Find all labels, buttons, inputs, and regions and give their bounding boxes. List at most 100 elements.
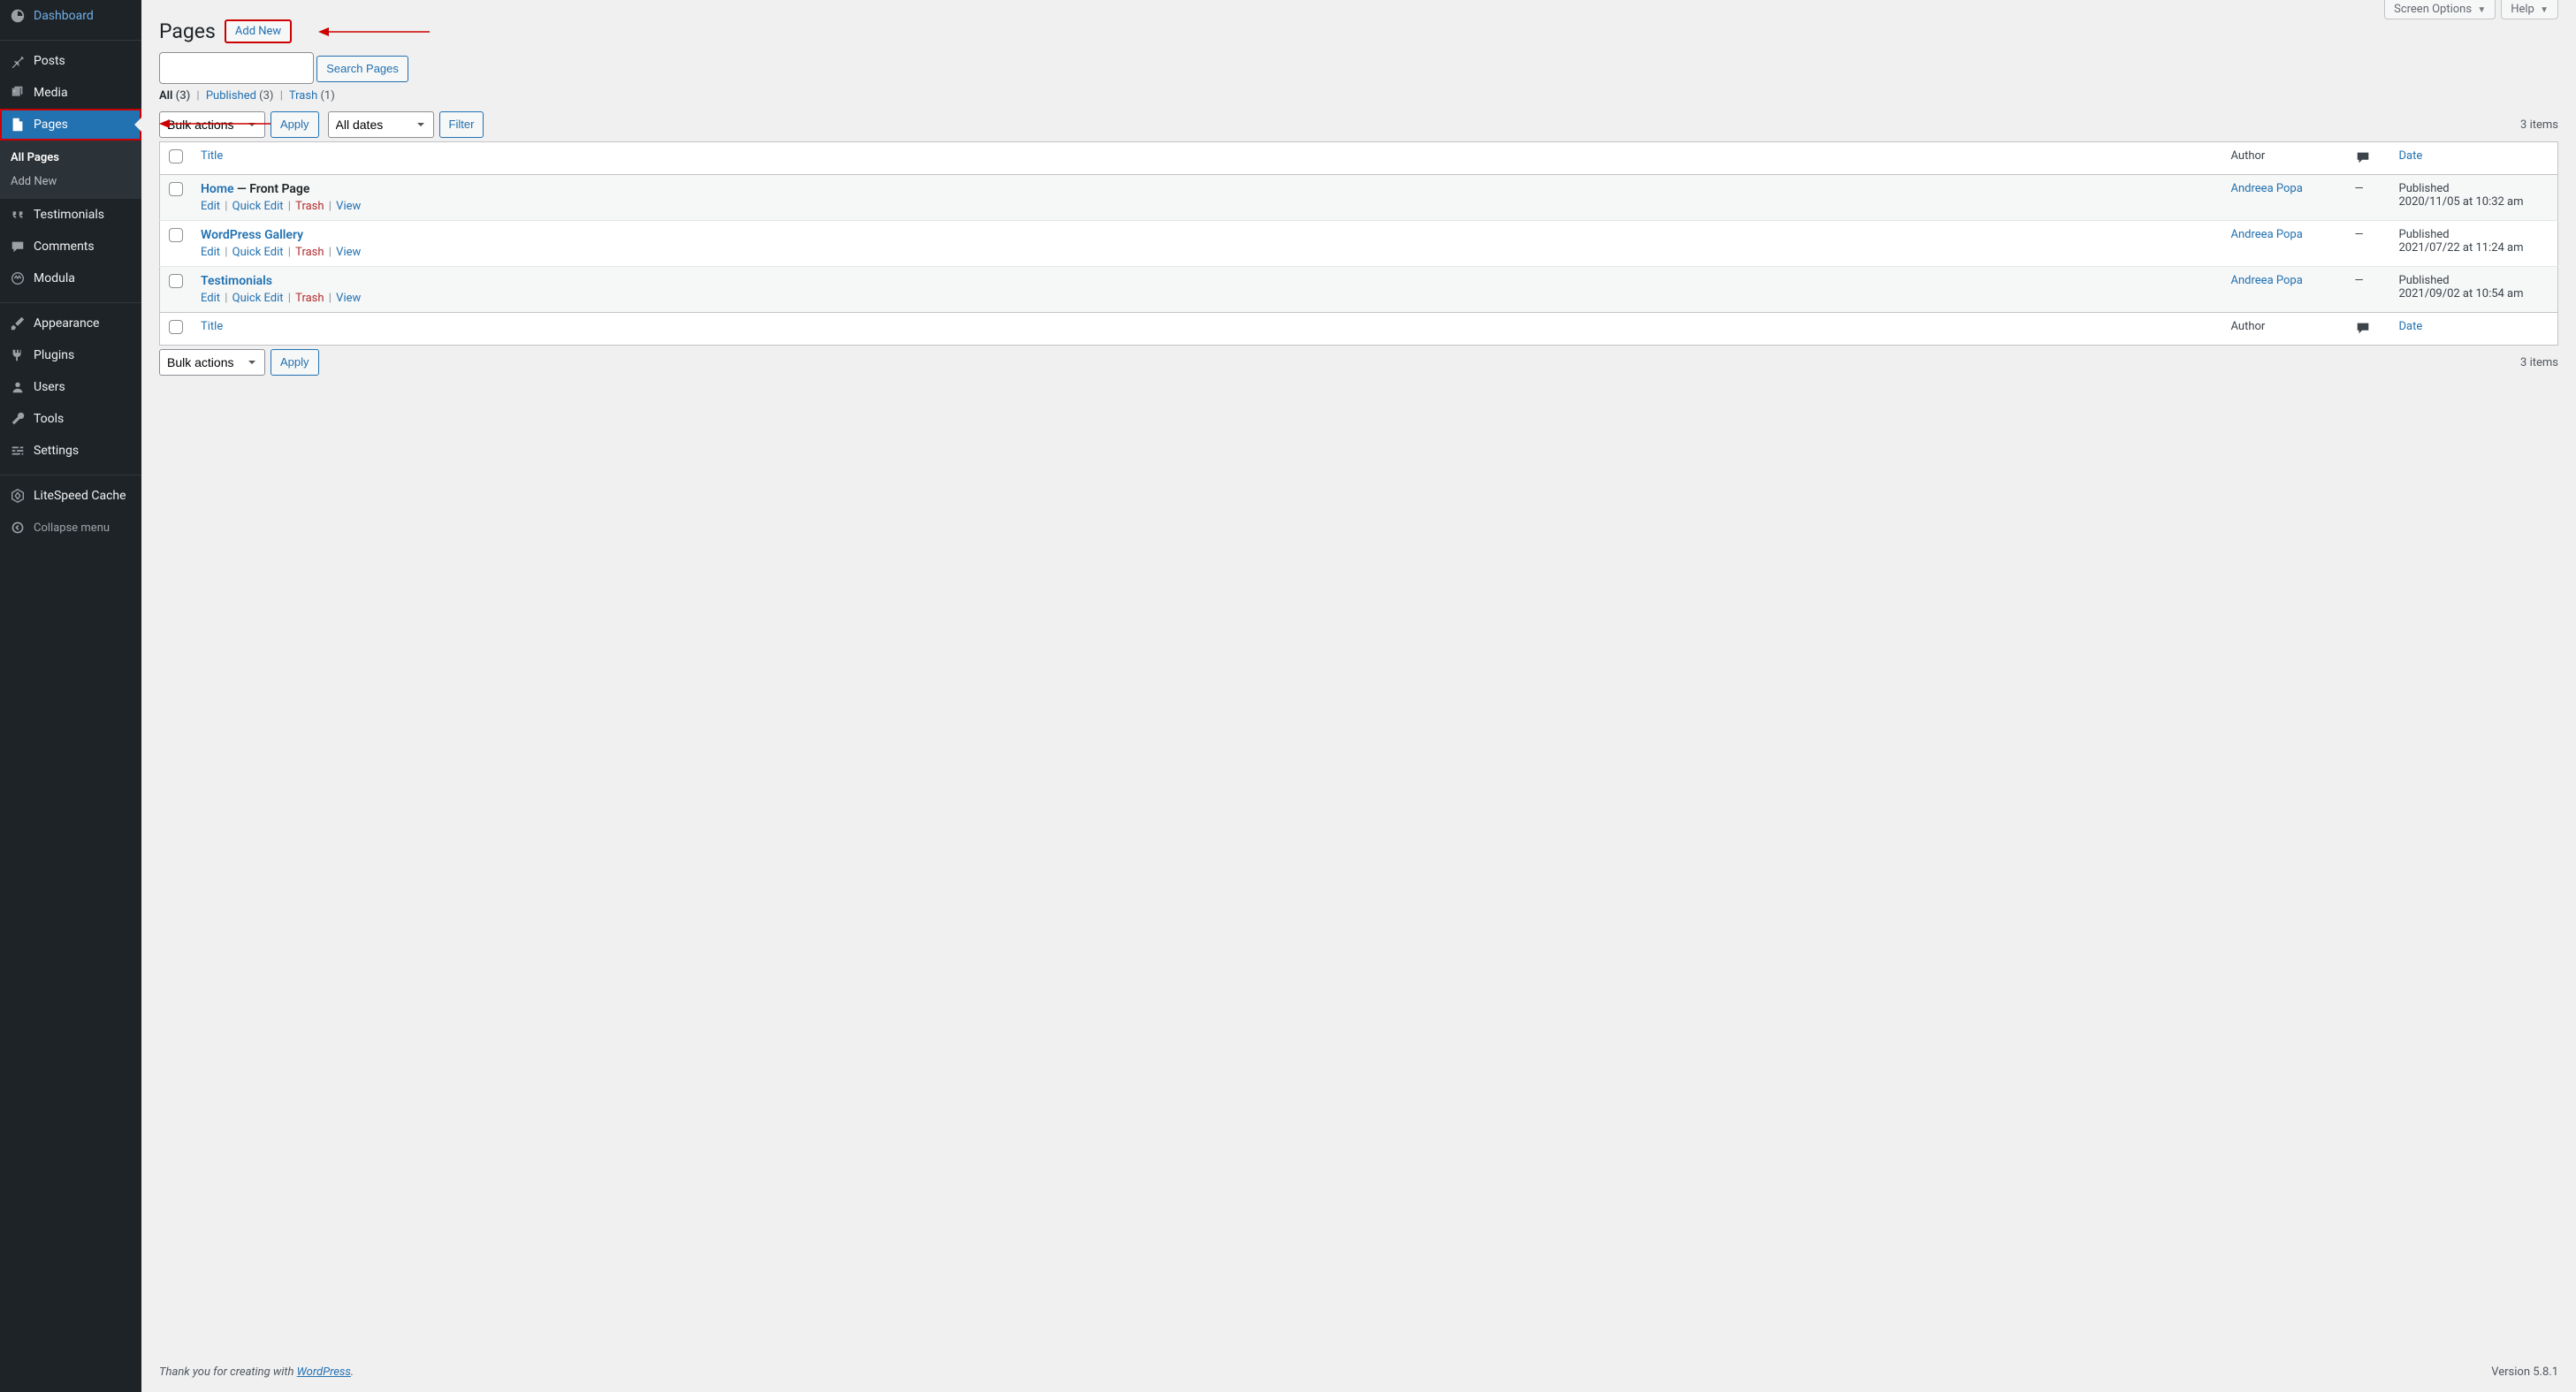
- collapse-label: Collapse menu: [34, 521, 110, 535]
- date-filter-select[interactable]: All dates: [328, 111, 434, 138]
- date-cell: Published 2021/07/22 at 11:24 am: [2390, 221, 2558, 267]
- column-date[interactable]: Date: [2399, 149, 2423, 163]
- pages-table: Title Author Date Home — Front Page Edit…: [159, 141, 2558, 346]
- filter-published[interactable]: Published (3): [206, 89, 274, 103]
- column-comments[interactable]: [2346, 313, 2390, 346]
- help-label: Help: [2511, 3, 2534, 16]
- filter-button[interactable]: Filter: [439, 111, 484, 138]
- sidebar-item-dashboard[interactable]: Dashboard: [0, 0, 141, 32]
- table-row: Home — Front Page Edit | Quick Edit | Tr…: [160, 175, 2558, 221]
- column-comments[interactable]: [2346, 142, 2390, 175]
- sidebar-item-appearance[interactable]: Appearance: [0, 308, 141, 339]
- quick-edit-link[interactable]: Quick Edit: [232, 200, 284, 213]
- sidebar-item-label: Plugins: [34, 348, 74, 362]
- row-actions: Edit | Quick Edit | Trash | View: [201, 292, 2214, 305]
- sidebar-item-media[interactable]: Media: [0, 77, 141, 109]
- page-header: Pages Add New: [159, 19, 2558, 43]
- add-new-button[interactable]: Add New: [225, 19, 292, 43]
- sidebar-item-plugins[interactable]: Plugins: [0, 339, 141, 371]
- filter-trash[interactable]: Trash (1): [289, 89, 335, 103]
- sidebar-item-pages[interactable]: Pages: [0, 109, 141, 141]
- row-title-link[interactable]: Testimonials: [201, 274, 272, 288]
- footer-thanks: Thank you for creating with WordPress.: [159, 1365, 354, 1379]
- collapse-menu[interactable]: Collapse menu: [0, 512, 141, 544]
- sidebar-item-label: Comments: [34, 240, 95, 254]
- sidebar-item-settings[interactable]: Settings: [0, 435, 141, 467]
- chevron-down-icon: ▼: [2477, 5, 2486, 15]
- view-link[interactable]: View: [336, 292, 361, 305]
- column-date[interactable]: Date: [2399, 320, 2423, 333]
- view-link[interactable]: View: [336, 246, 361, 259]
- quick-edit-link[interactable]: Quick Edit: [232, 246, 284, 259]
- comments-cell: —: [2346, 221, 2390, 267]
- comment-icon: [2355, 320, 2382, 336]
- sidebar-item-label: Posts: [34, 54, 65, 68]
- sidebar-item-testimonials[interactable]: Testimonials: [0, 199, 141, 231]
- help-tab[interactable]: Help ▼: [2501, 0, 2558, 19]
- sidebar-item-comments[interactable]: Comments: [0, 231, 141, 262]
- sidebar-submenu-pages: All Pages Add New: [0, 141, 141, 199]
- select-all-checkbox[interactable]: [169, 149, 183, 164]
- quote-icon: [9, 206, 27, 224]
- screen-options-tab[interactable]: Screen Options ▼: [2384, 0, 2496, 19]
- footer-version: Version 5.8.1: [2491, 1365, 2558, 1379]
- sidebar-item-label: Pages: [34, 118, 68, 132]
- author-link[interactable]: Andreea Popa: [2231, 182, 2303, 195]
- row-checkbox[interactable]: [169, 274, 183, 288]
- brush-icon: [9, 315, 27, 332]
- annotation-arrow-icon: [316, 26, 431, 38]
- comments-cell: —: [2346, 267, 2390, 313]
- search-input[interactable]: [159, 52, 314, 84]
- search-button[interactable]: Search Pages: [316, 56, 408, 82]
- select-all-checkbox[interactable]: [169, 320, 183, 334]
- apply-button[interactable]: Apply: [271, 111, 319, 138]
- chevron-down-icon: ▼: [2540, 5, 2549, 15]
- edit-link[interactable]: Edit: [201, 200, 220, 213]
- sidebar-item-label: Dashboard: [34, 9, 94, 23]
- author-link[interactable]: Andreea Popa: [2231, 228, 2303, 241]
- trash-link[interactable]: Trash: [295, 246, 324, 259]
- view-link[interactable]: View: [336, 200, 361, 213]
- plug-icon: [9, 346, 27, 364]
- sidebar-item-users[interactable]: Users: [0, 371, 141, 403]
- items-count: 3 items: [2520, 118, 2558, 132]
- quick-edit-link[interactable]: Quick Edit: [232, 292, 284, 305]
- row-title-link[interactable]: Home — Front Page: [201, 182, 309, 196]
- submenu-add-new[interactable]: Add New: [0, 170, 141, 194]
- wordpress-link[interactable]: WordPress: [297, 1365, 351, 1379]
- sidebar-item-modula[interactable]: Modula: [0, 262, 141, 294]
- column-title[interactable]: Title: [201, 149, 223, 163]
- table-row: Testimonials Edit | Quick Edit | Trash |…: [160, 267, 2558, 313]
- items-count: 3 items: [2520, 356, 2558, 369]
- search-box: Search Pages: [159, 52, 2558, 84]
- sidebar-item-posts[interactable]: Posts: [0, 45, 141, 77]
- sidebar-item-label: Settings: [34, 444, 79, 458]
- author-link[interactable]: Andreea Popa: [2231, 274, 2303, 287]
- edit-link[interactable]: Edit: [201, 246, 220, 259]
- row-title-link[interactable]: WordPress Gallery: [201, 228, 303, 242]
- filter-all[interactable]: All (3): [159, 89, 190, 103]
- separator: |: [277, 89, 286, 103]
- row-checkbox[interactable]: [169, 228, 183, 242]
- trash-link[interactable]: Trash: [295, 200, 324, 213]
- comments-cell: —: [2346, 175, 2390, 221]
- edit-link[interactable]: Edit: [201, 292, 220, 305]
- sidebar-item-litespeed[interactable]: LiteSpeed Cache: [0, 480, 141, 512]
- column-title[interactable]: Title: [201, 320, 223, 333]
- media-icon: [9, 84, 27, 102]
- bulk-actions-select[interactable]: Bulk actions: [159, 349, 265, 376]
- row-checkbox[interactable]: [169, 182, 183, 196]
- submenu-all-pages[interactable]: All Pages: [0, 146, 141, 170]
- sidebar-item-tools[interactable]: Tools: [0, 403, 141, 435]
- tablenav-top: Bulk actions Apply All dates Filter 3 it…: [159, 108, 2558, 141]
- dashboard-icon: [9, 7, 27, 25]
- sidebar-item-label: Modula: [34, 271, 75, 285]
- wrench-icon: [9, 410, 27, 428]
- litespeed-icon: [9, 487, 27, 505]
- column-author: Author: [2222, 313, 2346, 346]
- user-icon: [9, 378, 27, 396]
- menu-separator: [0, 299, 141, 303]
- trash-link[interactable]: Trash: [295, 292, 324, 305]
- apply-button[interactable]: Apply: [271, 349, 319, 376]
- date-cell: Published 2021/09/02 at 10:54 am: [2390, 267, 2558, 313]
